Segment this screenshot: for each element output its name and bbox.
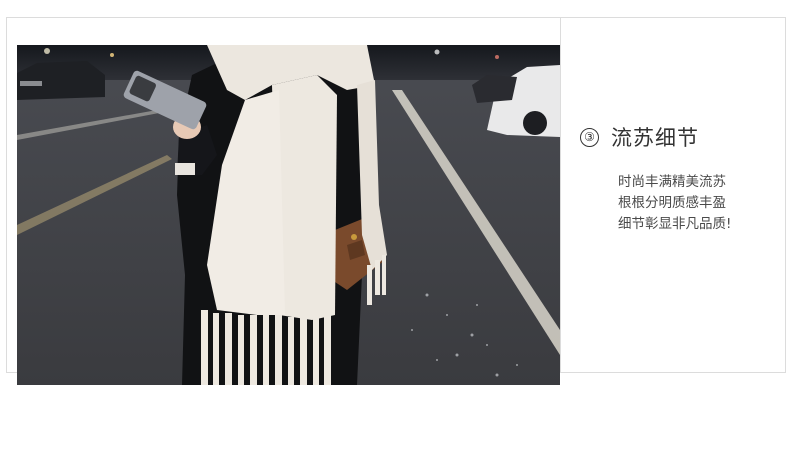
detail-heading: ③ 流苏细节 (580, 122, 699, 152)
frame-divider (560, 17, 561, 373)
description-line: 细节彰显非凡品质! (618, 216, 732, 232)
scarf-model-image (17, 45, 560, 385)
circled-number-icon: ③ (580, 127, 599, 147)
detail-title: 流苏细节 (611, 126, 699, 150)
description-line: 时尚丰满精美流苏 (618, 174, 726, 190)
product-photo (17, 45, 560, 385)
description-line: 根根分明质感丰盈 (618, 195, 726, 211)
detail-description: 时尚丰满精美流苏 根根分明质感丰盈 细节彰显非凡品质! (618, 172, 731, 235)
